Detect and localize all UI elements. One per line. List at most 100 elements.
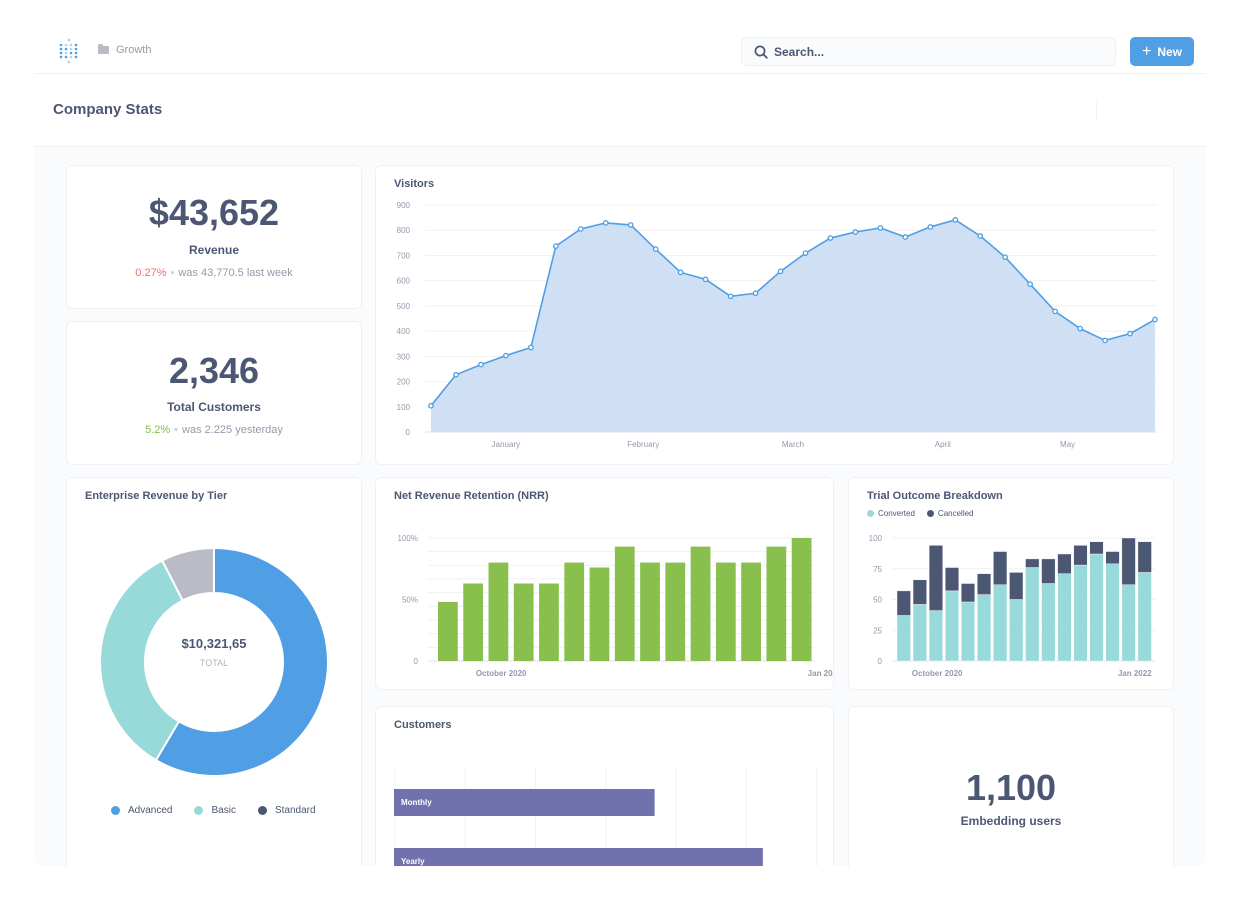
converted-bar — [1009, 599, 1024, 662]
data-point — [1152, 316, 1158, 323]
y-tick-label: 800 — [397, 226, 411, 235]
converted-bar — [1105, 563, 1120, 662]
total-customers-value: 2,346 — [168, 350, 260, 391]
converted-bar — [896, 615, 911, 662]
nrr-bar — [513, 583, 534, 661]
nrr-card[interactable]: Net Revenue Retention (NRR) 0 50% 100% Octo… — [375, 477, 834, 690]
revenue-card[interactable]: $43,652 Revenue 0.27% • was 43,770.5 last … — [66, 165, 362, 309]
cancelled-bar — [1025, 558, 1040, 568]
embedding-users-label: Embedding users — [960, 814, 1062, 828]
nrr-bar — [564, 562, 585, 661]
data-point — [852, 229, 859, 235]
data-point — [777, 268, 784, 275]
cancelled-bar — [961, 583, 976, 603]
data-point — [877, 225, 884, 231]
cancelled-bar — [896, 590, 911, 616]
visitors-card[interactable]: Visitors 0 100 200 300 400 500 600 700 800 900 Jan… — [375, 165, 1174, 465]
y-tick-label: 300 — [397, 352, 411, 361]
legend-item-basic[interactable]: Basic — [194, 805, 236, 816]
legend-item-standard[interactable]: Standard — [257, 805, 316, 816]
data-point — [577, 226, 584, 232]
data-point — [727, 293, 734, 300]
nrr-bar — [741, 562, 761, 661]
nrr-bar — [539, 583, 559, 661]
donut-total-value: $10,321,65 — [181, 636, 247, 651]
y-tick-label: 200 — [397, 378, 411, 387]
data-point — [752, 290, 759, 297]
plus-icon: + — [1141, 42, 1152, 60]
customers-card[interactable]: Customers Monthly Yearly — [375, 706, 834, 866]
search-input[interactable]: Search... — [741, 37, 1116, 66]
trial-outcome-card[interactable]: Trial Outcome Breakdown Converted Cancel… — [848, 477, 1174, 690]
data-point — [1052, 308, 1058, 315]
title-divider — [1096, 102, 1097, 119]
nrr-bar — [665, 562, 686, 661]
embedding-users-value: 1,100 — [965, 767, 1057, 808]
x-tick-label: Jan 2022 — [1118, 669, 1152, 678]
data-point — [1102, 337, 1108, 344]
nrr-bar — [463, 583, 484, 661]
y-tick-label: 500 — [397, 302, 411, 311]
data-point — [552, 243, 559, 249]
converted-bar — [1057, 573, 1072, 662]
data-point — [478, 361, 484, 368]
dashboard-grid: $43,652 Revenue 0.27% • was 43,770.5 last … — [34, 146, 1206, 866]
y-tick-label: 700 — [397, 251, 411, 260]
x-tick-label: Jan 2022 — [808, 669, 834, 678]
new-button-label: New — [1157, 44, 1183, 59]
data-point — [1077, 325, 1083, 332]
nrr-bar — [791, 538, 812, 661]
data-point — [1002, 254, 1009, 261]
nrr-bar — [715, 562, 736, 661]
y-tick-label: 0 — [406, 428, 411, 437]
converted-bar — [1089, 553, 1104, 662]
new-button[interactable]: + New — [1130, 37, 1194, 66]
cancelled-bar — [993, 551, 1008, 585]
data-point — [428, 402, 434, 409]
cancelled-bar — [1073, 545, 1088, 566]
data-point — [453, 371, 459, 378]
data-point — [528, 344, 534, 351]
y-tick-label: 50 — [873, 596, 882, 605]
converted-bar — [944, 590, 959, 662]
x-tick-label: October 2020 — [476, 669, 527, 678]
page-title: Company Stats — [53, 101, 163, 118]
revenue-label: Revenue — [188, 243, 240, 257]
cancelled-bar — [1041, 558, 1056, 584]
customers-bar — [394, 789, 655, 816]
nrr-bar — [438, 601, 458, 661]
logo-icon[interactable] — [58, 38, 80, 64]
cancelled-bar — [1057, 553, 1072, 574]
legend-swatch — [257, 806, 267, 815]
converted-bar — [993, 584, 1008, 662]
y-tick-label: 75 — [873, 565, 882, 574]
nrr-chart: 0 50% 100% October 2020 Jan 2022 — [398, 534, 834, 678]
data-point — [677, 269, 684, 276]
data-point — [927, 224, 934, 230]
converted-bar — [912, 604, 927, 662]
total-customers-comparison: 5.2% • was 2.225 yesterday — [145, 424, 283, 436]
y-tick-label: 100% — [398, 534, 418, 543]
y-tick-label: 0 — [878, 657, 883, 666]
total-customers-card[interactable]: 2,346 Total Customers 5.2% • was 2.225 yes… — [66, 321, 362, 465]
converted-bar — [1041, 583, 1056, 662]
y-tick-label: 400 — [397, 327, 411, 336]
y-tick-label: 100 — [397, 403, 411, 412]
tier-revenue-card[interactable]: Enterprise Revenue by Tier $10,321,65 TO… — [66, 477, 362, 866]
data-point — [602, 220, 609, 226]
data-point — [902, 234, 909, 240]
data-point — [952, 217, 959, 223]
embedding-users-card[interactable]: 1,100 Embedding users — [848, 706, 1174, 866]
converted-bar — [928, 610, 943, 662]
trial-outcome-chart: 0 25 50 75 100 October 2020 Jan 2022 — [869, 534, 1155, 678]
cancelled-bar — [1009, 572, 1024, 600]
folder-icon — [98, 44, 109, 54]
y-tick-label: 25 — [873, 626, 882, 635]
bar-label: Yearly — [401, 857, 425, 866]
x-tick-label: May — [1060, 440, 1075, 449]
legend-label: Standard — [274, 805, 316, 816]
breadcrumb-collection[interactable]: Growth — [116, 44, 151, 56]
breadcrumb[interactable]: Growth — [98, 44, 151, 56]
tier-legend: Advanced Basic Standard — [111, 805, 328, 816]
legend-item-advanced[interactable]: Advanced — [111, 805, 172, 816]
